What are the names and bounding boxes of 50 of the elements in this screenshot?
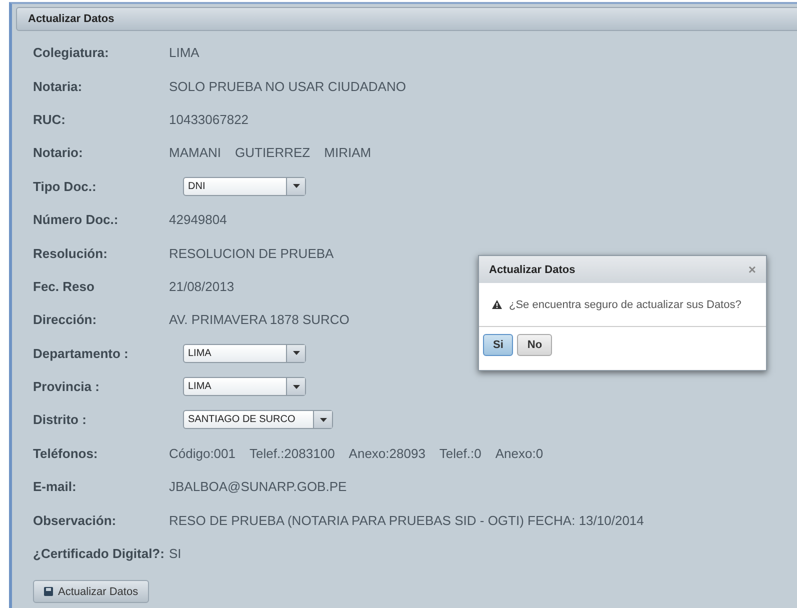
field-value: 42949804 — [169, 212, 227, 228]
field-value: MIRIAM — [324, 145, 372, 160]
field-label: Fec. Reso — [33, 278, 96, 294]
field-label: Resolución: — [33, 246, 108, 261]
field-value: Código:001 — [169, 446, 236, 461]
field-value: JBALBOA@SUNARP.GOB.PE — [169, 479, 347, 494]
field-value: GUTIERREZ — [235, 145, 310, 160]
field-value: AV. PRIMAVERA 1878 SURCO — [169, 312, 350, 328]
field-label: Departamento : — [33, 346, 130, 361]
field-value: 21/08/2013 — [169, 278, 234, 294]
field-label: Teléfonos: — [33, 446, 99, 461]
dialog-message: ¿Se encuentra seguro de actualizar sus Datos? — [509, 298, 742, 310]
field-label: Provincia : — [33, 379, 100, 394]
field-value: 10433067822 — [169, 112, 249, 127]
field-value: Anexo:28093 — [348, 446, 426, 461]
field-value: Telef.:2083100 — [250, 446, 335, 461]
field-label: Distrito : — [33, 412, 88, 428]
dialog-button[interactable]: Si — [483, 334, 514, 356]
select-dropdown[interactable]: LIMA — [183, 344, 306, 363]
field-value: RESOLUCION DE PRUEBA — [169, 246, 334, 261]
field-value: LIMA — [169, 45, 200, 60]
field-label: Número Doc.: — [33, 212, 120, 228]
field-label: Tipo Doc.: — [33, 178, 98, 194]
field-value: SOLO PRUEBA NO USAR CIUDADANO — [169, 78, 406, 94]
update-button[interactable]: Actualizar Datos — [33, 580, 150, 604]
field-value: MAMANI — [169, 145, 221, 160]
field-label: ¿Certificado Digital?: — [33, 546, 166, 562]
field-value: SI — [169, 546, 182, 562]
field-label: Notario: — [33, 145, 84, 160]
select-dropdown[interactable]: LIMA — [183, 377, 306, 396]
dialog-title: Actualizar Datos — [489, 264, 576, 276]
field-label: E-mail: — [33, 479, 78, 494]
caret-icon — [292, 384, 300, 389]
field-label: Dirección: — [33, 312, 98, 328]
field-value: Telef.:0 — [439, 446, 482, 461]
save-icon — [44, 587, 53, 596]
caret-icon — [292, 184, 300, 188]
field-value: Anexo:0 — [495, 446, 544, 461]
field-value: RESO DE PRUEBA (NOTARIA PARA PRUEBAS SID - OGTI) FECHA: 13/10/2014 — [169, 512, 644, 528]
field-label: RUC: — [33, 112, 66, 127]
warning-icon — [492, 300, 502, 309]
caret-icon — [320, 418, 327, 422]
select-dropdown[interactable]: DNI — [183, 176, 306, 196]
field-label: Observación: — [33, 512, 118, 528]
caret-icon — [292, 351, 300, 356]
dialog-button[interactable]: No — [517, 334, 552, 356]
select-dropdown[interactable]: SANTIAGO DE SURCO — [183, 410, 334, 430]
panel-title: Actualizar Datos — [28, 13, 114, 25]
field-label: Colegiatura: — [33, 45, 110, 60]
field-label: Notaria: — [33, 78, 84, 94]
